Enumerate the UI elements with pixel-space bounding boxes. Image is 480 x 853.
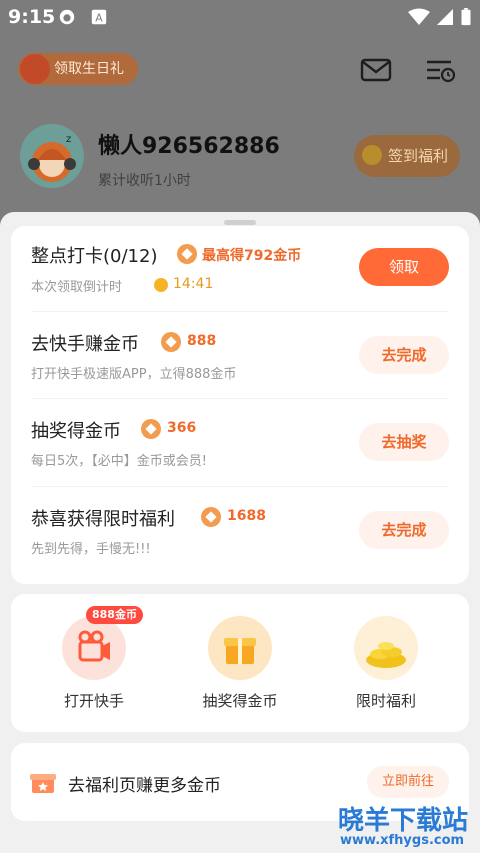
svg-text:A: A xyxy=(95,12,103,25)
timer-icon xyxy=(154,278,168,292)
banner-title: 去福利页赚更多金币 xyxy=(68,776,221,796)
birthday-gift-button[interactable]: 领取生日礼 xyxy=(18,53,138,85)
go-now-button[interactable]: 立即前往 xyxy=(367,766,449,798)
quick-action-label: 限时福利 xyxy=(355,692,416,710)
listen-time: 累计收听1小时 xyxy=(98,173,191,189)
cake-icon xyxy=(20,54,50,84)
coin-icon xyxy=(141,419,161,439)
complete-button[interactable]: 去完成 xyxy=(359,336,449,374)
coin-icon xyxy=(201,507,221,527)
quick-action-label: 抽奖得金币 xyxy=(202,692,278,710)
quick-action-limited[interactable]: 限时福利 xyxy=(326,606,446,718)
signin-reward-button[interactable]: 签到福利 xyxy=(354,135,460,177)
gift-icon xyxy=(30,774,56,793)
task-reward: 1688 xyxy=(227,508,266,524)
watermark-title: 晓羊下载站 xyxy=(338,806,469,836)
signal-icon xyxy=(437,9,453,25)
star-coin-icon xyxy=(362,145,382,165)
task-subtitle: 打开快手极速版APP，立得888金币 xyxy=(31,367,237,382)
battery-icon xyxy=(461,8,471,26)
video-camera-icon xyxy=(62,616,126,680)
divider xyxy=(31,311,449,312)
coin-icon xyxy=(161,332,181,352)
headset-status-icon xyxy=(59,9,75,25)
svg-text:z: z xyxy=(66,134,71,145)
a-status-icon: A xyxy=(91,9,107,25)
coin-icon xyxy=(177,244,197,264)
divider xyxy=(31,398,449,399)
birthday-gift-label: 领取生日礼 xyxy=(54,61,124,77)
claim-button[interactable]: 领取 xyxy=(359,248,449,286)
signin-label: 签到福利 xyxy=(388,147,449,165)
coin-badge: 888金币 xyxy=(86,606,143,624)
divider xyxy=(31,486,449,487)
task-subtitle: 每日5次，【必中】金币或会员! xyxy=(31,454,207,469)
avatar[interactable]: z xyxy=(20,124,84,188)
history-list-icon[interactable] xyxy=(424,54,456,86)
wifi-icon xyxy=(408,8,430,25)
quick-action-lottery[interactable]: 抽奖得金币 xyxy=(180,606,300,718)
task-title: 整点打卡(0/12) xyxy=(31,246,158,267)
lottery-button[interactable]: 去抽奖 xyxy=(359,423,449,461)
task-subtitle: 先到先得，手慢无!!! xyxy=(31,542,151,557)
task-title: 去快手赚金币 xyxy=(31,334,139,355)
quick-action-kuaishou[interactable]: 888金币 打开快手 xyxy=(34,606,154,718)
gift-box-icon xyxy=(208,616,272,680)
task-reward: 最高得792金币 xyxy=(202,248,302,264)
status-bar: 9:15 A xyxy=(0,0,480,34)
task-title: 恭喜获得限时福利 xyxy=(31,509,175,530)
task-subtitle: 本次领取倒计时 xyxy=(31,280,123,295)
quick-action-label: 打开快手 xyxy=(63,692,124,710)
countdown-time: 14:41 xyxy=(173,276,214,292)
avatar-character-icon: z xyxy=(28,134,76,182)
username: 懒人926562886 xyxy=(98,134,280,159)
watermark-url: www.xfhygs.com xyxy=(340,833,465,848)
sheet-drag-handle[interactable] xyxy=(224,220,256,225)
status-time: 9:15 xyxy=(8,6,56,28)
gold-coins-icon xyxy=(354,616,418,680)
mail-icon[interactable] xyxy=(360,54,392,86)
task-reward: 366 xyxy=(167,420,197,436)
task-reward: 888 xyxy=(187,333,217,349)
complete-button[interactable]: 去完成 xyxy=(359,511,449,549)
task-title: 抽奖得金币 xyxy=(31,421,121,442)
